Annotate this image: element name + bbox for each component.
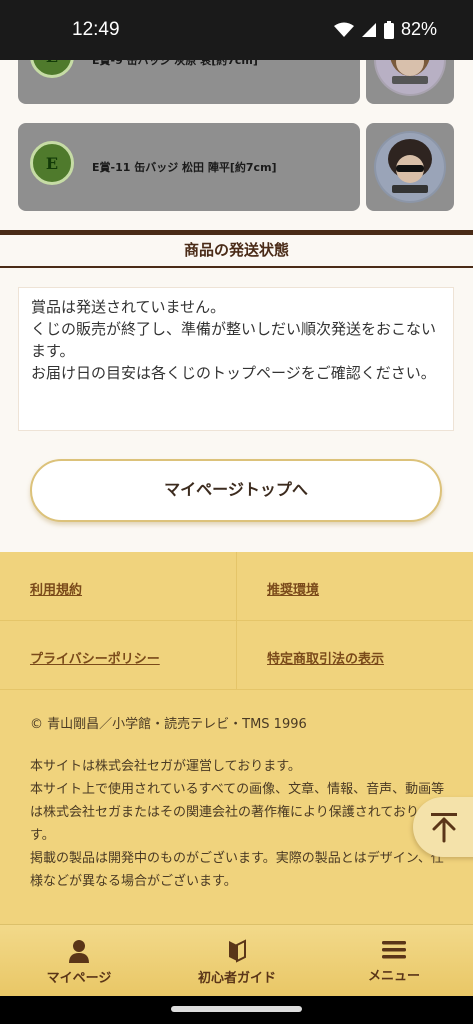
prize-card[interactable]: E E賞-9 缶バッジ 灰原 哀[約7cm] — [18, 60, 360, 104]
can-badge-image — [374, 60, 446, 96]
battery-percent: 82% — [400, 19, 437, 39]
status-bar: 12:49 82% — [0, 0, 473, 60]
disclaimer: 本サイトは株式会社セガが運営しております。 本サイト上で使用されているすべての画… — [30, 755, 450, 893]
bottom-navigation: マイページ 初心者ガイド メニュー — [0, 924, 473, 996]
battery-icon — [383, 20, 394, 39]
terms-link[interactable]: 利用規約 — [30, 579, 82, 598]
person-icon — [69, 940, 89, 963]
wifi-icon — [333, 22, 354, 37]
disclaimer-line: 本サイトは株式会社セガが運営しております。 — [30, 759, 301, 774]
footer-cell: プライバシーポリシー — [0, 621, 236, 690]
footer-cell: 推奨環境 — [236, 552, 472, 621]
can-badge-image — [374, 131, 446, 203]
home-gesture-handle[interactable] — [171, 1006, 302, 1012]
prize-rank-badge: E — [30, 60, 74, 78]
nav-menu[interactable]: メニュー — [315, 925, 473, 997]
nav-label: メニュー — [367, 969, 420, 984]
page-content: E E賞-9 缶バッジ 灰原 哀[約7cm] E E賞-11 缶バッジ 松田 陣… — [0, 60, 473, 1024]
disclaimer-line: 掲載の製品は開発中のものがございます。実際の製品とはデザイン、仕様などが異なる場… — [30, 851, 444, 889]
prize-card[interactable]: E E賞-11 缶バッジ 松田 陣平[約7cm] — [18, 123, 360, 211]
footer-cell: 特定商取引法の表示 — [236, 621, 472, 690]
commercial-transactions-link[interactable]: 特定商取引法の表示 — [267, 648, 384, 667]
prize-thumbnail[interactable] — [366, 60, 454, 104]
nav-label: マイページ — [46, 971, 112, 986]
footer-links: 利用規約 推奨環境 プライバシーポリシー 特定商取引法の表示 — [0, 552, 473, 690]
copyright: © 青山剛昌／小学館・読売テレビ・TMS 1996 — [30, 717, 307, 732]
hamburger-menu-icon — [382, 941, 406, 959]
nav-beginner-guide[interactable]: 初心者ガイド — [158, 925, 316, 997]
notice-line: くじの販売が終了し、準備が整いしだい順次発送をおこないます。 — [31, 320, 437, 360]
system-navigation-bar — [0, 996, 473, 1024]
nav-mypage[interactable]: マイページ — [0, 925, 158, 997]
cell-signal-icon — [361, 22, 376, 37]
footer-cell: 利用規約 — [0, 552, 236, 621]
prize-name: E賞-9 缶バッジ 灰原 哀[約7cm] — [92, 60, 258, 67]
recommended-environment-link[interactable]: 推奨環境 — [267, 579, 319, 598]
shipping-notice: 賞品は発送されていません。 くじの販売が終了し、準備が整いしだい順次発送をおこな… — [18, 287, 454, 431]
book-icon — [229, 939, 246, 963]
footer: 利用規約 推奨環境 プライバシーポリシー 特定商取引法の表示 © 青山剛昌／小学… — [0, 552, 473, 924]
privacy-policy-link[interactable]: プライバシーポリシー — [30, 648, 160, 667]
disclaimer-line: 本サイト上で使用されているすべての画像、文章、情報、音声、動画等は株式会社セガま… — [30, 782, 445, 843]
notice-line: お届け日の目安は各くじのトップページをご確認ください。 — [31, 364, 436, 382]
shipping-status-header: 商品の発送状態 — [0, 230, 473, 268]
prize-rank-badge: E — [30, 141, 74, 185]
mypage-top-button[interactable]: マイページトップへ — [30, 459, 442, 522]
prize-thumbnail[interactable] — [366, 123, 454, 211]
scroll-to-top-button[interactable] — [413, 797, 473, 857]
notice-line: 賞品は発送されていません。 — [31, 298, 226, 316]
nav-label: 初心者ガイド — [197, 971, 276, 986]
status-time: 12:49 — [72, 19, 120, 40]
arrow-up-icon — [431, 813, 457, 843]
status-indicators: 82% — [333, 19, 437, 40]
prize-name: E賞-11 缶バッジ 松田 陣平[約7cm] — [92, 161, 277, 174]
